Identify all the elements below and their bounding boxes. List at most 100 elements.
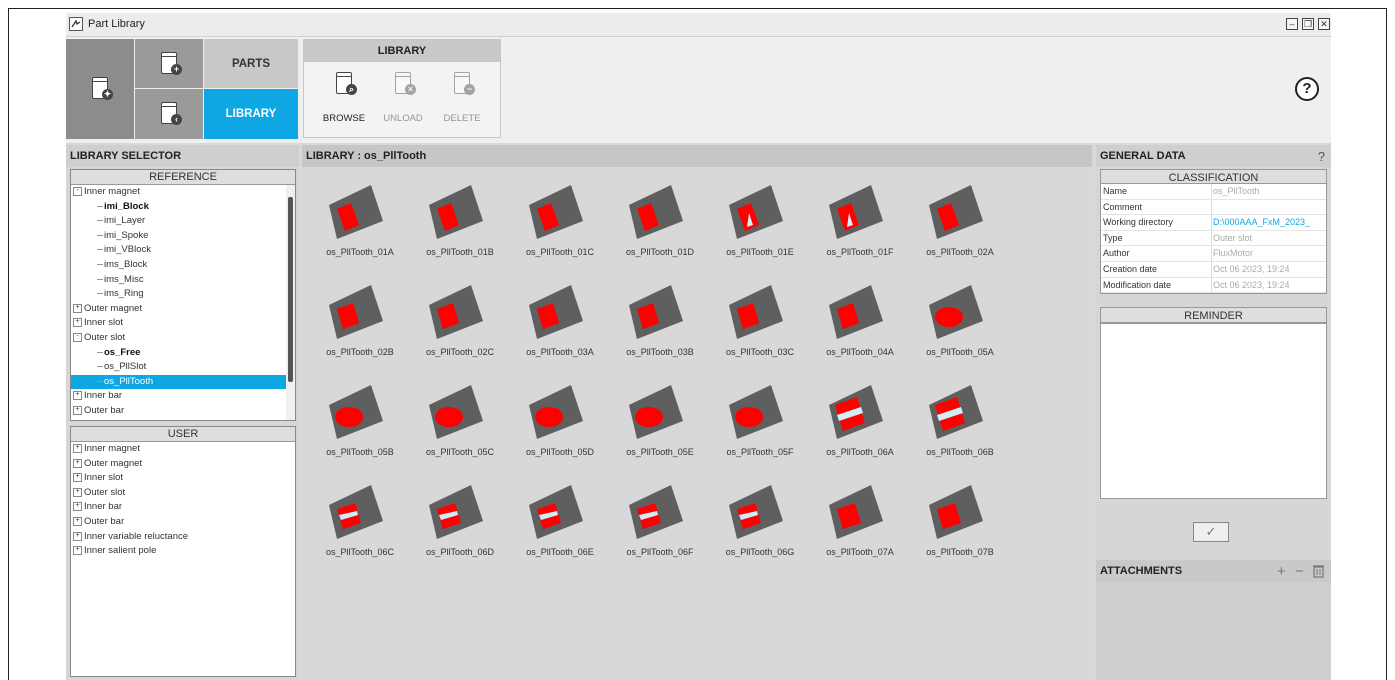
tree-item[interactable]: + Outer bar <box>71 515 295 530</box>
part-thumbnail[interactable]: os_PllTooth_01B <box>410 175 510 275</box>
tree-item[interactable]: + Outer magnet <box>71 302 295 317</box>
part-thumbnail[interactable]: os_PllTooth_07B <box>910 475 1010 575</box>
tree-item[interactable]: os_PllSlot <box>71 360 295 375</box>
tree-item[interactable]: ims_Misc <box>71 273 295 288</box>
tree-item[interactable]: + Outer slot <box>71 486 295 501</box>
expand-icon[interactable]: + <box>73 405 82 415</box>
collapse-icon[interactable]: - <box>73 332 82 342</box>
expand-icon[interactable]: + <box>73 318 82 328</box>
expand-icon[interactable]: + <box>73 487 82 497</box>
trash-icon[interactable] <box>1313 564 1324 582</box>
part-name: os_PllTooth_03A <box>526 347 594 357</box>
general-data-help-icon[interactable]: ? <box>1318 149 1325 164</box>
expand-icon[interactable]: + <box>73 546 82 556</box>
part-thumbnail[interactable]: os_PllTooth_06D <box>410 475 510 575</box>
part-thumbnail[interactable]: os_PllTooth_06A <box>810 375 910 475</box>
expand-icon[interactable]: + <box>73 443 82 453</box>
restore-button[interactable]: ❐ <box>1302 18 1314 30</box>
part-thumbnail[interactable]: os_PllTooth_05B <box>310 375 410 475</box>
close-button[interactable]: ✕ <box>1318 18 1330 30</box>
scroll-thumb[interactable] <box>288 197 293 382</box>
add-part-tile[interactable]: + <box>135 39 203 88</box>
tree-item[interactable]: + Outer magnet <box>71 457 295 472</box>
collapse-icon[interactable]: - <box>73 186 82 196</box>
tree-item[interactable]: + Inner slot <box>71 316 295 331</box>
expand-icon[interactable]: + <box>73 531 82 541</box>
expand-icon[interactable]: + <box>73 516 82 526</box>
part-name: os_PllTooth_05C <box>425 447 495 457</box>
library-tab[interactable]: LIBRARY <box>204 89 298 139</box>
part-preview-icon <box>829 185 883 239</box>
tree-item[interactable]: + Inner magnet <box>71 442 295 457</box>
browse-button[interactable]: ⌕ BROWSE <box>316 68 372 128</box>
part-preview-icon <box>729 185 783 239</box>
part-name: os_PllTooth_06C <box>325 547 395 557</box>
part-thumbnail[interactable]: os_PllTooth_06E <box>510 475 610 575</box>
expand-icon[interactable]: + <box>73 473 82 483</box>
part-thumbnail[interactable]: os_PllTooth_05C <box>410 375 510 475</box>
tree-item[interactable]: ims_Block <box>71 258 295 273</box>
tree-connector <box>97 234 103 236</box>
expand-icon[interactable]: + <box>73 391 82 401</box>
tree-item[interactable]: + Outer bar <box>71 404 295 419</box>
tree-item[interactable]: + Inner bar <box>71 389 295 404</box>
part-thumbnail[interactable]: os_PllTooth_03A <box>510 275 610 375</box>
expand-icon[interactable]: + <box>73 303 82 313</box>
tree-item[interactable]: - Outer slot <box>71 331 295 346</box>
parts-tab[interactable]: PARTS <box>204 39 298 88</box>
part-thumbnail[interactable]: os_PllTooth_05F <box>710 375 810 475</box>
expand-icon[interactable]: + <box>73 502 82 512</box>
part-preview-icon <box>529 185 583 239</box>
remove-attachment-icon[interactable]: − <box>1295 563 1304 580</box>
help-icon[interactable]: ? <box>1295 77 1319 101</box>
part-thumbnail[interactable]: os_PllTooth_03B <box>610 275 710 375</box>
part-thumbnail[interactable]: os_PllTooth_02B <box>310 275 410 375</box>
tree-item[interactable]: + Inner bar <box>71 500 295 515</box>
field-value[interactable]: D:\000AAA_FxM_2023_ <box>1213 215 1325 230</box>
tree-item[interactable]: imi_Block <box>71 200 295 215</box>
tree-item[interactable]: ims_Ring <box>71 287 295 302</box>
tree-item[interactable]: - Inner magnet <box>71 185 295 200</box>
reminder-textarea[interactable] <box>1100 323 1327 499</box>
tree-item[interactable]: imi_Spoke <box>71 229 295 244</box>
delete-button[interactable]: − DELETE <box>434 68 490 128</box>
part-thumbnail[interactable]: os_PllTooth_01F <box>810 175 910 275</box>
part-preview-icon <box>929 485 983 539</box>
new-part-tile[interactable]: ✦ <box>66 39 134 139</box>
part-thumbnail[interactable]: os_PllTooth_05A <box>910 275 1010 375</box>
tree-item[interactable]: os_Free <box>71 346 295 361</box>
tree-item[interactable]: + Inner variable reluctance <box>71 530 295 545</box>
part-thumbnail[interactable]: os_PllTooth_06C <box>310 475 410 575</box>
tree-item[interactable]: imi_VBlock <box>71 243 295 258</box>
part-thumbnail[interactable]: os_PllTooth_02A <box>910 175 1010 275</box>
tree-item[interactable]: + Inner slot <box>71 471 295 486</box>
validate-button[interactable]: ✓ <box>1193 522 1229 542</box>
part-thumbnail[interactable]: os_PllTooth_05E <box>610 375 710 475</box>
add-attachment-icon[interactable]: + <box>1277 563 1286 580</box>
part-name: os_PllTooth_03B <box>626 347 694 357</box>
tree-item-label: os_PllSlot <box>104 361 147 373</box>
import-part-tile[interactable]: ‹ <box>135 89 203 139</box>
part-thumbnail[interactable]: os_PllTooth_01C <box>510 175 610 275</box>
part-thumbnail[interactable]: os_PllTooth_03C <box>710 275 810 375</box>
tree-item[interactable]: os_PllTooth <box>71 374 295 390</box>
part-preview-icon <box>429 485 483 539</box>
part-thumbnail[interactable]: os_PllTooth_05D <box>510 375 610 475</box>
part-thumbnail[interactable]: os_PllTooth_07A <box>810 475 910 575</box>
part-thumbnail[interactable]: os_PllTooth_01A <box>310 175 410 275</box>
part-thumbnail[interactable]: os_PllTooth_06F <box>610 475 710 575</box>
unload-button[interactable]: × UNLOAD <box>375 68 431 128</box>
reference-scrollbar[interactable] <box>286 185 295 420</box>
part-thumbnail[interactable]: os_PllTooth_02C <box>410 275 510 375</box>
part-thumbnail[interactable]: os_PllTooth_06G <box>710 475 810 575</box>
part-thumbnail[interactable]: os_PllTooth_04A <box>810 275 910 375</box>
minimize-button[interactable]: – <box>1286 18 1298 30</box>
part-thumbnail[interactable]: os_PllTooth_01E <box>710 175 810 275</box>
part-thumbnail[interactable]: os_PllTooth_01D <box>610 175 710 275</box>
tree-item-label: Outer bar <box>84 404 125 416</box>
tree-item[interactable]: + Inner salient pole <box>71 544 295 559</box>
expand-icon[interactable]: + <box>73 458 82 468</box>
tree-item[interactable]: imi_Layer <box>71 214 295 229</box>
part-name: os_PllTooth_04A <box>826 347 894 357</box>
part-thumbnail[interactable]: os_PllTooth_06B <box>910 375 1010 475</box>
